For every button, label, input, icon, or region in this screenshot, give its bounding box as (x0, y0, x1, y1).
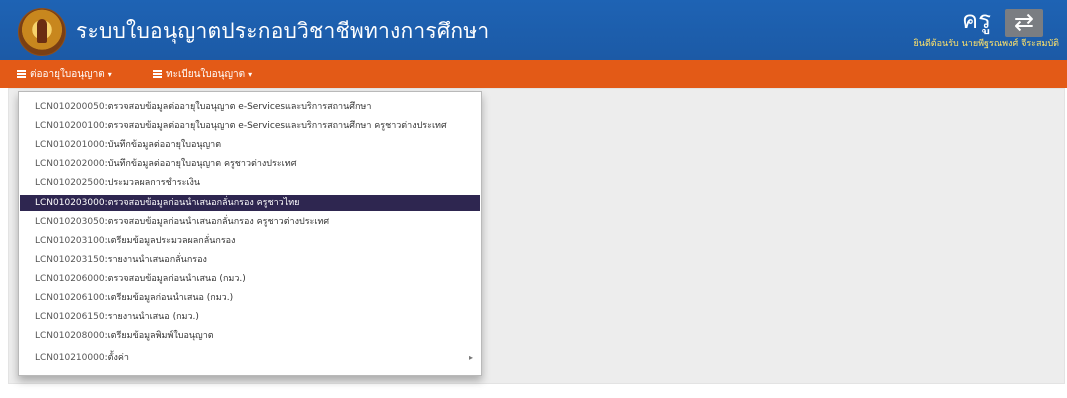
menu-item-label: :รายงานนำเสนอกลั่นกรอง (104, 255, 207, 265)
nav-renew-license-label: ต่ออายุใบอนุญาต (30, 69, 105, 80)
menu-item-label: :เตรียมข้อมูลก่อนนำเสนอ (กมว.) (104, 293, 234, 303)
org-logo (18, 8, 66, 56)
menu-item-settings[interactable]: LCN010210000:ตั้งค่า ▸ (20, 350, 480, 366)
nav-renew-license[interactable]: ต่ออายุใบอนุญาต ▾ (17, 67, 112, 83)
menu-item-code: LCN010202500 (35, 178, 105, 188)
nav-license-registry[interactable]: ทะเบียนใบอนุญาต ▾ (153, 67, 252, 83)
menu-item[interactable]: LCN010201000:บันทึกข้อมูลต่ออายุใบอนุญาต (20, 137, 480, 153)
renew-license-dropdown: LCN010200050:ตรวจสอบข้อมูลต่ออายุใบอนุญา… (18, 91, 482, 376)
app-title: ระบบใบอนุญาตประกอบวิชาชีพทางการศึกษา (76, 19, 490, 43)
menu-item-active[interactable]: LCN010203000:ตรวจสอบข้อมูลก่อนนำเสนอกลั่… (20, 195, 480, 211)
menu-item-label: :ประมวลผลการชำระเงิน (104, 178, 201, 188)
menu-item[interactable]: LCN010206100:เตรียมข้อมูลก่อนนำเสนอ (กมว… (20, 290, 480, 306)
menu-item-code: LCN010200050 (35, 102, 105, 112)
chevron-down-icon: ▾ (107, 70, 112, 79)
user-info: ยินดีต้อนรับ นายพีฐรณพงศ์ จีระสมบัติ (913, 39, 1059, 49)
menu-item-label: :ตรวจสอบข้อมูลก่อนนำเสนอกลั่นกรอง ครูชาว… (104, 217, 330, 227)
menu-item[interactable]: LCN010203050:ตรวจสอบข้อมูลก่อนนำเสนอกลั่… (20, 214, 480, 230)
menu-item-code: LCN010203150 (35, 255, 105, 265)
menu-item[interactable]: LCN010202000:บันทึกข้อมูลต่ออายุใบอนุญาต… (20, 156, 480, 172)
menu-item-label: :เตรียมข้อมูลพิมพ์ใบอนุญาต (104, 331, 214, 341)
menu-item-code: LCN010206150 (35, 312, 105, 322)
menu-item[interactable]: LCN010202500:ประมวลผลการชำระเงิน (20, 175, 480, 191)
list-icon (153, 70, 162, 78)
app-header: ระบบใบอนุญาตประกอบวิชาชีพทางการศึกษา ครู… (0, 0, 1067, 60)
menu-item-label: :ตรวจสอบข้อมูลก่อนนำเสนอกลั่นกรอง ครูชาว… (104, 198, 300, 208)
menu-item[interactable]: LCN010200050:ตรวจสอบข้อมูลต่ออายุใบอนุญา… (20, 99, 480, 115)
menu-item-code: LCN010203000 (35, 198, 105, 208)
menu-item-code: LCN010208000 (35, 331, 105, 341)
main-nav: ต่ออายุใบอนุญาต ▾ ทะเบียนใบอนุญาต ▾ (0, 60, 1067, 88)
menu-item[interactable]: LCN010203150:รายงานนำเสนอกลั่นกรอง (20, 252, 480, 268)
nav-license-registry-label: ทะเบียนใบอนุญาต (166, 69, 246, 80)
menu-item-code: LCN010200100 (35, 121, 105, 131)
chevron-right-icon: ▸ (468, 353, 473, 362)
menu-item-label: :บันทึกข้อมูลต่ออายุใบอนุญาต ครูชาวต่างป… (104, 159, 297, 169)
menu-item-code: LCN010201000 (35, 140, 105, 150)
menu-item-code: LCN010202000 (35, 159, 105, 169)
menu-item-label: :บันทึกข้อมูลต่ออายุใบอนุญาต (104, 140, 222, 150)
menu-item-label: :เตรียมข้อมูลประมวลผลกลั่นกรอง (104, 236, 236, 246)
menu-item-code: LCN010206000 (35, 274, 105, 284)
menu-item-code: LCN010203100 (35, 236, 105, 246)
chevron-down-icon: ▾ (248, 70, 253, 79)
menu-item[interactable]: LCN010208000:เตรียมข้อมูลพิมพ์ใบอนุญาต (20, 328, 480, 344)
switch-role-button[interactable]: ⇄ (1005, 9, 1043, 37)
menu-item[interactable]: LCN010206150:รายงานนำเสนอ (กมว.) (20, 309, 480, 325)
role-label: ครู (962, 6, 991, 34)
menu-item[interactable]: LCN010200100:ตรวจสอบข้อมูลต่ออายุใบอนุญา… (20, 118, 480, 134)
menu-item-label: :ตรวจสอบข้อมูลต่ออายุใบอนุญาต e-Services… (104, 121, 447, 131)
menu-item[interactable]: LCN010203100:เตรียมข้อมูลประมวลผลกลั่นกร… (20, 233, 480, 249)
menu-item-code: LCN010210000 (35, 353, 105, 363)
menu-item-label: :ตั้งค่า (104, 353, 129, 363)
menu-item-code: LCN010203050 (35, 217, 105, 227)
menu-item-label: :ตรวจสอบข้อมูลต่ออายุใบอนุญาต e-Services… (104, 102, 372, 112)
menu-item-label: :รายงานนำเสนอ (กมว.) (104, 312, 199, 322)
menu-item[interactable]: LCN010206000:ตรวจสอบข้อมูลก่อนนำเสนอ (กม… (20, 271, 480, 287)
menu-item-code: LCN010206100 (35, 293, 105, 303)
list-icon (17, 70, 26, 78)
menu-item-label: :ตรวจสอบข้อมูลก่อนนำเสนอ (กมว.) (104, 274, 246, 284)
